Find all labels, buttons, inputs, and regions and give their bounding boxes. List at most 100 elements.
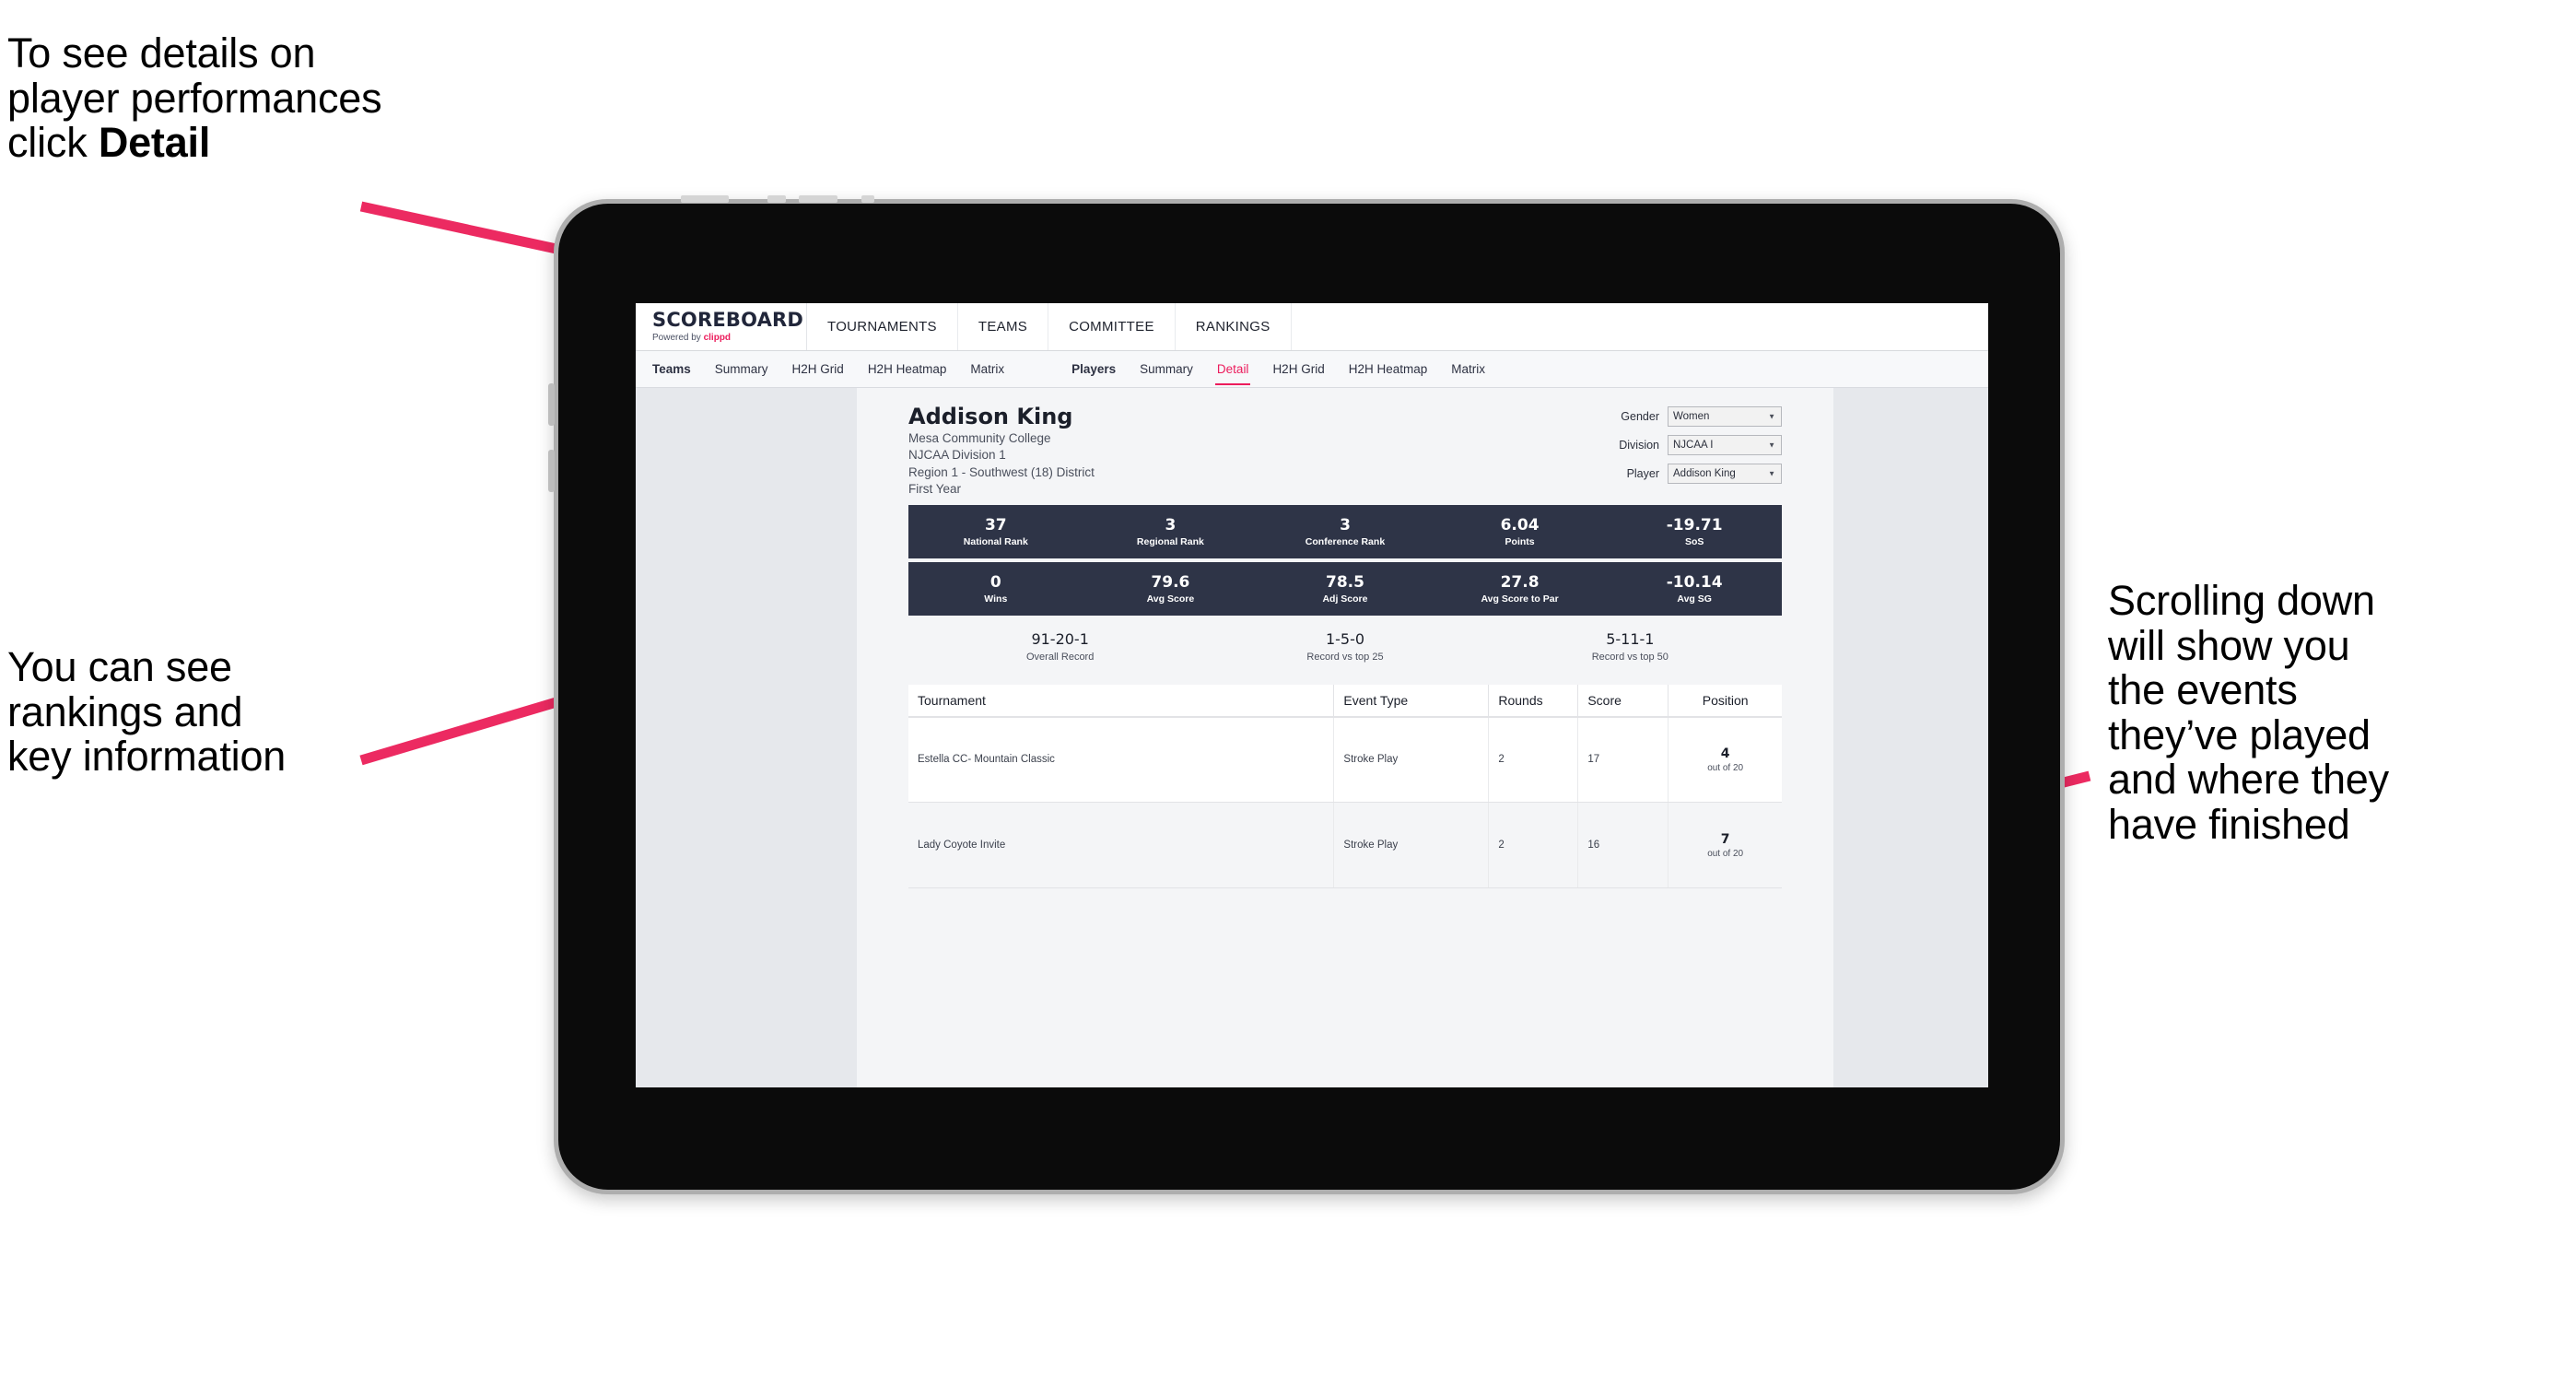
topnav-item-rankings[interactable]: RANKINGS [1176,303,1292,350]
annotation-detail: To see details on player performances cl… [7,30,597,167]
position-number: 4 [1720,746,1730,761]
column-header-tournament[interactable]: Tournament [908,684,1335,718]
stat-label: Adj Score [1322,593,1368,605]
filter-selectors: Gender Women ▼ Division NJCAA I ▼ Player… [1606,403,1782,498]
table-row[interactable]: Lady Coyote Invite Stroke Play 2 16 7 ou… [908,802,1782,889]
stat-sos: -19.71 SoS [1607,517,1782,547]
tab-group-teams[interactable]: Teams [636,351,703,387]
annotation-scrolling: Scrolling down will show you the events … [2108,577,2389,848]
tab-players-detail[interactable]: Detail [1205,351,1261,387]
player-header: Addison King Mesa Community College NJCA… [908,403,1782,498]
stat-national-rank: 37 National Rank [908,517,1083,547]
tablet-screen-bezel: SCOREBOARD Powered by clippd TOURNAMENTS… [558,204,2060,1190]
antenna-band-2 [767,195,786,203]
table-header: Tournament Event Type Rounds Score Posit… [908,684,1782,718]
stat-points: 6.04 Points [1433,517,1608,547]
gender-filter-label: Gender [1621,410,1659,423]
antenna-band-4 [861,195,874,203]
stat-value: 37 [984,516,1007,535]
tab-players-matrix[interactable]: Matrix [1439,351,1497,387]
division-filter-dropdown[interactable]: NJCAA I ▼ [1668,435,1782,455]
gender-filter-row: Gender Women ▼ [1606,406,1782,427]
tab-teams-matrix[interactable]: Matrix [958,351,1016,387]
cell-event-type: Stroke Play [1333,802,1490,889]
scoreboard-logo[interactable]: SCOREBOARD Powered by clippd [636,303,807,350]
tab-teams-h2h-heatmap[interactable]: H2H Heatmap [856,351,959,387]
dashboard-body: Addison King Mesa Community College NJCA… [636,388,1988,1087]
cell-position: 4 out of 20 [1668,716,1782,804]
record-value: 5-11-1 [1606,630,1655,649]
gender-filter-dropdown[interactable]: Women ▼ [1668,406,1782,427]
tab-teams-h2h-grid[interactable]: H2H Grid [780,351,856,387]
stat-avg-sg: -10.14 Avg SG [1607,574,1782,605]
player-region: Region 1 - Southwest (18) District [908,464,1095,479]
stat-wins: 0 Wins [908,574,1083,605]
topnav-item-committee[interactable]: COMMITTEE [1048,303,1176,350]
column-header-position[interactable]: Position [1668,684,1782,718]
chevron-down-icon: ▼ [1768,469,1775,478]
tab-group-players[interactable]: Players [1055,351,1128,387]
annotation-detail-bold: Detail [98,119,211,167]
record-vs-top-50: 5-11-1 Record vs top 50 [1488,630,1773,662]
cell-score: 17 [1577,716,1669,804]
player-filter-row: Player Addison King ▼ [1606,464,1782,484]
tablet-device: SCOREBOARD Powered by clippd TOURNAMENTS… [548,195,2065,1194]
records-row: 91-20-1 Overall Record 1-5-0 Record vs t… [908,630,1782,662]
stat-conference-rank: 3 Conference Rank [1258,517,1433,547]
stat-value: 79.6 [1151,573,1190,593]
logo-wordmark: SCOREBOARD [652,309,804,331]
position-out-of: out of 20 [1707,762,1744,773]
record-vs-top-25: 1-5-0 Record vs top 25 [1202,630,1487,662]
logo-powered-by: Powered by clippd [652,333,806,343]
volume-button-down[interactable] [548,450,555,492]
topnav-item-tournaments[interactable]: TOURNAMENTS [807,303,958,350]
stat-label: SoS [1684,535,1704,547]
player-division: NJCAA Division 1 [908,448,1006,463]
annotation-rankings: You can see rankings and key information [7,643,287,781]
stat-value: 6.04 [1500,516,1540,535]
stats-bar-rankings: 37 National Rank 3 Regional Rank 3 Confe… [908,505,1782,559]
division-filter-value: NJCAA I [1673,440,1714,451]
stat-value: 78.5 [1326,573,1364,593]
tab-players-summary[interactable]: Summary [1128,351,1205,387]
player-filter-value: Addison King [1673,468,1736,479]
stat-regional-rank: 3 Regional Rank [1083,517,1259,547]
tab-teams-summary[interactable]: Summary [703,351,780,387]
stats-bar-scoring: 0 Wins 79.6 Avg Score 78.5 Adj Score 27.… [908,562,1782,617]
player-detail-card: Addison King Mesa Community College NJCA… [857,388,1833,1087]
record-label: Record vs top 25 [1306,651,1384,663]
cell-tournament: Lady Coyote Invite [908,802,1335,889]
stat-value: 3 [1165,516,1177,535]
cell-rounds: 2 [1488,716,1579,804]
cell-event-type: Stroke Play [1333,716,1490,804]
division-filter-row: Division NJCAA I ▼ [1606,435,1782,455]
teams-tab-group: Teams Summary H2H Grid H2H Heatmap Matri… [636,351,1016,387]
tab-players-h2h-heatmap[interactable]: H2H Heatmap [1337,351,1440,387]
player-school: Mesa Community College [908,431,1051,445]
column-header-rounds[interactable]: Rounds [1488,684,1579,718]
stat-label: Wins [984,593,1008,605]
cell-position: 7 out of 20 [1668,802,1782,889]
table-row[interactable]: Estella CC- Mountain Classic Stroke Play… [908,716,1782,804]
position-number: 7 [1720,831,1730,847]
table-header-row: Tournament Event Type Rounds Score Posit… [908,684,1782,718]
stat-label: Avg SG [1677,593,1712,605]
column-header-score[interactable]: Score [1577,684,1669,718]
record-value: 1-5-0 [1325,630,1365,649]
tab-players-h2h-grid[interactable]: H2H Grid [1260,351,1336,387]
top-navigation-bar: SCOREBOARD Powered by clippd TOURNAMENTS… [636,303,1988,351]
record-value: 91-20-1 [1031,630,1089,649]
topnav-item-teams[interactable]: TEAMS [958,303,1049,350]
stat-value: 0 [989,573,1001,593]
player-name: Addison King [908,404,1073,429]
player-detail-content: Addison King Mesa Community College NJCA… [857,388,1833,889]
table-body: Estella CC- Mountain Classic Stroke Play… [908,716,1782,889]
tab-group-divider [1016,351,1055,387]
column-header-event-type[interactable]: Event Type [1333,684,1490,718]
record-label: Overall Record [1025,651,1095,663]
record-label: Record vs top 50 [1591,651,1669,663]
volume-button-up[interactable] [548,383,555,426]
stat-avg-score: 79.6 Avg Score [1083,574,1259,605]
stat-label: Points [1505,535,1535,547]
player-filter-dropdown[interactable]: Addison King ▼ [1668,464,1782,484]
